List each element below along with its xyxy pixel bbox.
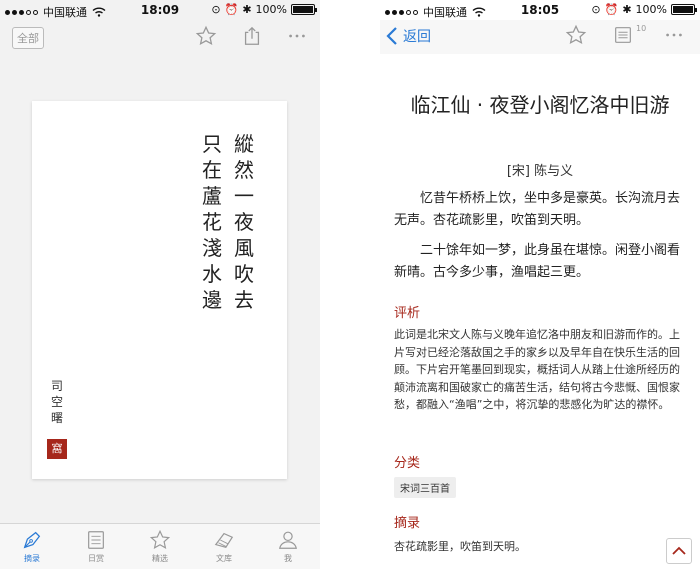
tab-bar: 摘录 日赏 精选 文库 我 (0, 523, 320, 569)
tab-label: 我 (284, 554, 292, 563)
tab-label: 摘录 (24, 554, 40, 563)
more-icon[interactable] (286, 25, 308, 47)
star-icon (149, 529, 171, 549)
tab-label: 文库 (216, 554, 232, 563)
list-count-badge: 10 (636, 24, 647, 33)
battery-icon (671, 4, 697, 15)
person-icon (279, 531, 297, 549)
tab-daily[interactable]: 日赏 (64, 524, 128, 569)
poem-author: [宋] 陈与义 (506, 164, 574, 179)
star-icon[interactable] (565, 24, 587, 46)
poem-column-2: 只在蘆花淺水邊 (202, 132, 222, 312)
poem-title: 临江仙 · 夜登小阁忆洛中旧游 (410, 93, 670, 117)
battery-percent: 100% (255, 3, 287, 16)
seal-stamp: 窩 (47, 439, 67, 459)
more-icon[interactable] (663, 24, 685, 46)
top-toolbar: 全部 (0, 20, 320, 56)
tab-label: 日赏 (88, 554, 104, 563)
card-author: 司空曙 (50, 379, 63, 425)
category-heading: 分类 (394, 456, 421, 471)
category-tag[interactable]: 宋词三百首 (394, 477, 456, 498)
excerpt-text: 杏花疏影里，吹笛到天明。 (394, 540, 526, 553)
battery-icon (291, 4, 317, 15)
status-right: ⊙ ⏰ ✱ 100% (591, 3, 697, 16)
orientation-lock-icon: ⊙ (591, 3, 601, 16)
tab-featured[interactable]: 精选 (128, 524, 192, 569)
status-bar: 中国联通 18:05 ⊙ ⏰ ✱ 100% (380, 0, 700, 20)
book-icon (214, 532, 234, 549)
status-bar: 中国联通 18:09 ⊙ ⏰ ✱ 100% (0, 0, 320, 20)
star-icon[interactable] (195, 25, 217, 47)
tab-label: 精选 (152, 554, 168, 563)
analysis-heading: 评析 (394, 306, 421, 321)
poem-column-1: 縱然一夜風吹去 (234, 132, 254, 312)
chevron-left-icon (386, 27, 397, 45)
back-label: 返回 (403, 29, 431, 45)
battery-percent: 100% (635, 3, 667, 16)
pen-nib-icon (23, 531, 41, 549)
excerpt-heading: 摘录 (394, 516, 421, 531)
orientation-lock-icon: ⊙ (211, 3, 221, 16)
calendar-icon (88, 531, 104, 549)
right-phone-screen: 中国联通 18:05 ⊙ ⏰ ✱ 100% 返回 10 临江仙 · 夜登小阁忆洛… (380, 0, 700, 569)
back-button[interactable]: 返回 (386, 26, 431, 46)
analysis-text: 此词是北宋文人陈与义晚年追忆洛中朋友和旧游而作的。上片写对已经沦落敌国之手的家乡… (394, 328, 680, 411)
alarm-icon: ⏰ (604, 3, 619, 16)
chevron-up-icon (672, 546, 686, 555)
poem-stanza-2: 二十馀年如一梦，此身虽在堪惊。闲登小阁看新晴。古今多少事，渔唱起三更。 (394, 243, 681, 280)
poem-stanza-1: 忆昔午桥桥上饮，坐中多是豪英。长沟流月去无声。杏花疏影里，吹笛到天明。 (394, 191, 681, 228)
alarm-icon: ⏰ (224, 3, 239, 16)
bluetooth-icon: ✱ (622, 3, 632, 16)
scroll-top-button[interactable] (666, 538, 692, 564)
tab-me[interactable]: 我 (256, 524, 320, 569)
navigation-bar: 返回 10 (380, 20, 700, 54)
share-icon[interactable] (241, 25, 263, 47)
status-right: ⊙ ⏰ ✱ 100% (211, 3, 317, 16)
tab-excerpt[interactable]: 摘录 (0, 524, 64, 569)
bluetooth-icon: ✱ (242, 3, 252, 16)
tab-library[interactable]: 文库 (192, 524, 256, 569)
list-icon[interactable] (612, 24, 634, 46)
all-filter-button[interactable]: 全部 (12, 27, 44, 49)
poem-card[interactable]: 縱然一夜風吹去 只在蘆花淺水邊 司空曙 窩 (32, 101, 287, 479)
left-phone-screen: 中国联通 18:09 ⊙ ⏰ ✱ 100% 全部 縱然一夜風吹去 只在蘆花淺水邊… (0, 0, 320, 569)
